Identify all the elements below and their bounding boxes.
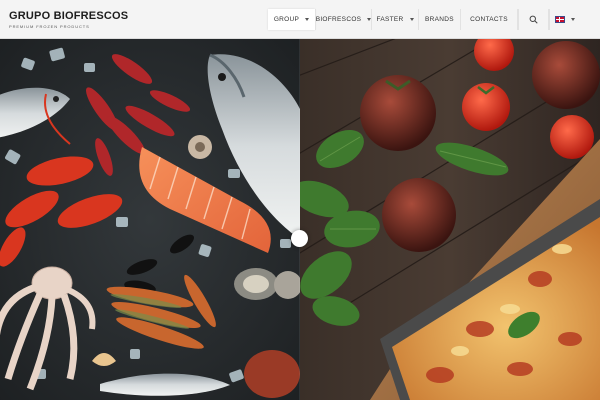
nav-item-biofrescos[interactable]: BIOFRESCOS	[315, 9, 372, 30]
nav-item-faster-label: FASTER	[376, 16, 404, 23]
main-nav: GROUP BIOFRESCOS FASTER BRANDS CONTACTS	[268, 9, 580, 30]
comparison-divider	[299, 39, 300, 400]
hero-image-lasagna	[289, 39, 600, 400]
site-header: GRUPO BIOFRESCOS PREMIUM FROZEN PRODUCTS…	[0, 0, 600, 39]
logo-title: GRUPO BIOFRESCOS	[9, 10, 129, 22]
chevron-down-icon	[409, 18, 414, 21]
nav-item-biofrescos-label: BIOFRESCOS	[315, 16, 362, 23]
nav-item-contacts[interactable]: CONTACTS	[460, 9, 518, 30]
uk-flag-icon	[555, 16, 565, 23]
search-button[interactable]	[518, 9, 549, 30]
logo[interactable]: GRUPO BIOFRESCOS PREMIUM FROZEN PRODUCTS	[9, 11, 128, 29]
hero-image-seafood	[0, 39, 302, 400]
language-selector[interactable]	[549, 9, 580, 30]
nav-item-brands-label: BRANDS	[425, 16, 454, 23]
nav-item-brands[interactable]: BRANDS	[418, 9, 460, 30]
nav-item-group[interactable]: GROUP	[268, 9, 315, 30]
nav-item-group-label: GROUP	[273, 16, 300, 23]
nav-item-contacts-label: CONTACTS	[470, 16, 508, 23]
chevron-down-icon	[305, 18, 310, 21]
lasagna-illustration	[289, 39, 600, 400]
seafood-illustration	[0, 39, 302, 400]
chevron-down-icon	[571, 18, 575, 21]
hero-comparison-slider	[0, 39, 600, 400]
nav-item-faster[interactable]: FASTER	[371, 9, 418, 30]
comparison-slider-handle[interactable]	[291, 230, 308, 247]
logo-tagline: PREMIUM FROZEN PRODUCTS	[9, 24, 90, 29]
search-icon	[529, 15, 538, 24]
